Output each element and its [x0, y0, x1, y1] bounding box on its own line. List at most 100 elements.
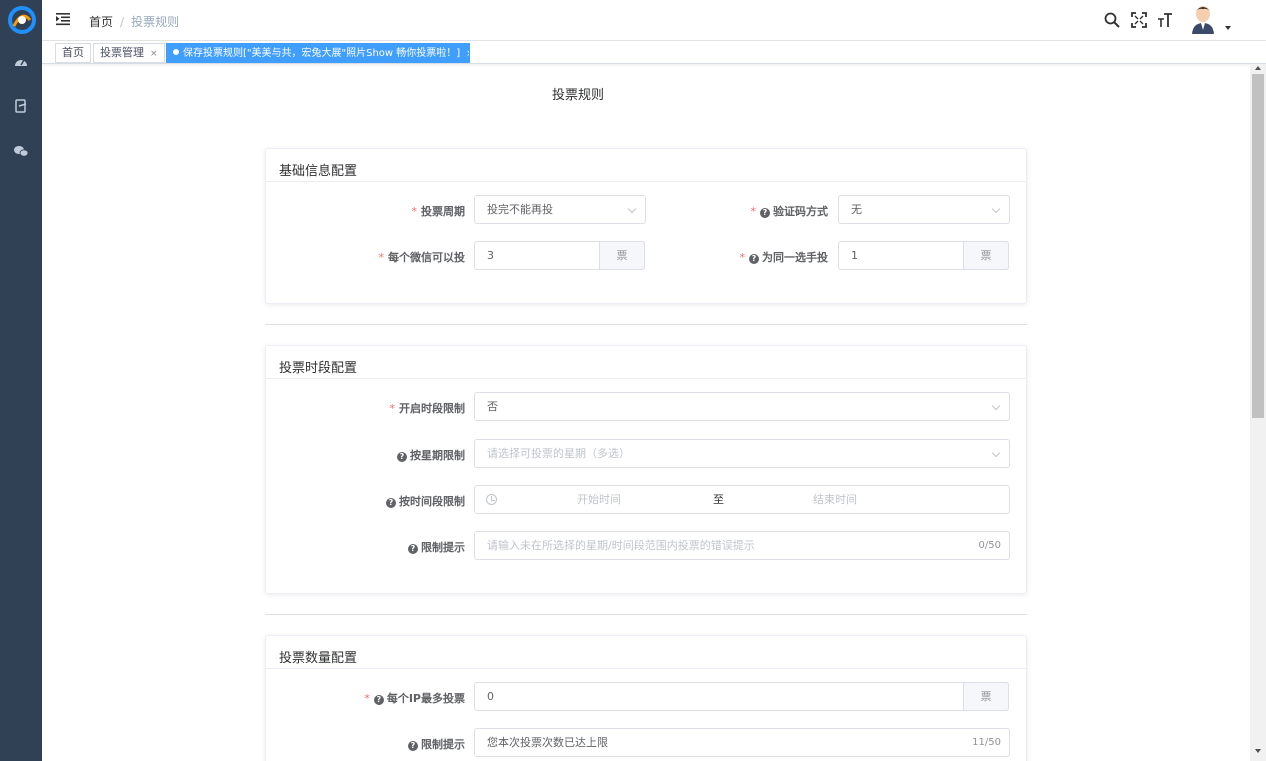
active-dot-icon	[173, 49, 179, 55]
input-value: 您本次投票次数已达上限	[487, 736, 608, 749]
card-title: 投票时段配置	[266, 346, 1026, 379]
tag-save-vote-rule[interactable]: 保存投票规则["美美与共，宏兔大展"照片Show 畅你投票啦！] ×	[166, 43, 470, 63]
cycle-label: * 投票周期	[380, 203, 466, 219]
range-separator: 至	[713, 493, 724, 506]
weekday-multi-select[interactable]: 请选择可投票的星期（多选）	[474, 439, 1010, 468]
help-icon[interactable]: ?	[760, 208, 770, 218]
breadcrumb: 首页 / 投票规则	[89, 13, 179, 30]
label-text: 验证码方式	[773, 205, 828, 218]
scroll-up-arrow-icon[interactable]	[1255, 66, 1261, 70]
tag-vote-manage[interactable]: 投票管理 ×	[93, 43, 165, 63]
search-icon[interactable]	[1104, 12, 1120, 28]
label-text: 投票周期	[421, 205, 465, 218]
cycle-select[interactable]: 投完不能再投	[474, 195, 646, 224]
per-wechat-input[interactable]: 3 票	[474, 241, 645, 270]
tag-home[interactable]: 首页	[55, 43, 91, 63]
required-mark: *	[389, 402, 396, 415]
help-icon[interactable]: ?	[408, 741, 418, 751]
help-icon[interactable]: ?	[386, 498, 396, 508]
input-value: 3	[487, 249, 494, 262]
user-avatar-icon[interactable]	[1190, 4, 1216, 34]
label-text: 按时间段限制	[399, 495, 465, 508]
label-text: 按星期限制	[410, 449, 465, 462]
char-counter: 0/50	[978, 540, 1001, 551]
enable-limit-select[interactable]: 否	[474, 392, 1010, 421]
unit-append: 票	[963, 241, 1009, 270]
label-text: 每个IP最多投票	[386, 692, 465, 705]
unit-append: 票	[599, 241, 645, 270]
app-logo-icon[interactable]	[8, 6, 36, 34]
tags-view: 首页 投票管理 × 保存投票规则["美美与共，宏兔大展"照片Show 畅你投票啦！…	[42, 41, 1266, 64]
start-time-placeholder[interactable]: 开始时间	[577, 486, 621, 513]
same-player-label: *? 为同一选手投	[720, 249, 828, 265]
required-mark: *	[378, 251, 385, 264]
enable-limit-label: * 开启时段限制	[360, 400, 466, 416]
time-tip-label: ? 限制提示	[360, 539, 465, 555]
card-title: 基础信息配置	[266, 149, 1026, 182]
tag-label: 首页	[62, 46, 84, 59]
count-tip-label: ? 限制提示	[360, 736, 465, 752]
label-text: 开启时段限制	[399, 402, 465, 415]
help-icon[interactable]: ?	[408, 544, 418, 554]
clock-icon	[486, 494, 497, 505]
required-mark: *	[411, 205, 418, 218]
select-value: 投完不能再投	[487, 203, 553, 216]
page-title: 投票规则	[552, 88, 605, 103]
card-title: 投票数量配置	[266, 636, 1026, 669]
input-value: 0	[487, 690, 494, 703]
per-wechat-label: * 每个微信可以投	[360, 249, 466, 265]
breadcrumb-home[interactable]: 首页	[89, 13, 113, 30]
time-tip-input[interactable]: 请输入未在所选择的星期/时间段范围内投票的错误提示 0/50	[474, 531, 1010, 560]
dashboard-icon[interactable]	[13, 54, 29, 70]
same-player-input[interactable]: 1 票	[838, 241, 1009, 270]
help-icon[interactable]: ?	[373, 695, 384, 705]
captcha-select[interactable]: 无	[838, 195, 1010, 224]
wechat-icon[interactable]	[13, 143, 29, 159]
fullscreen-icon[interactable]	[1131, 12, 1147, 28]
tag-close-icon[interactable]: ×	[150, 49, 158, 59]
section-divider	[265, 614, 1027, 615]
menu-toggle-icon[interactable]	[56, 12, 70, 26]
captcha-label: *? 验证码方式	[720, 203, 828, 219]
tag-label: 保存投票规则["美美与共，宏兔大展"照片Show 畅你投票啦！]	[183, 48, 461, 59]
chevron-down-icon	[991, 401, 1001, 411]
help-icon[interactable]: ?	[397, 452, 407, 462]
chevron-down-icon	[991, 204, 1001, 214]
page-scrollbar[interactable]	[1250, 64, 1266, 761]
help-icon[interactable]: ?	[749, 254, 759, 264]
scroll-down-arrow-icon[interactable]	[1255, 749, 1261, 753]
label-text: 限制提示	[421, 541, 465, 554]
select-value: 否	[487, 400, 498, 413]
required-mark: *	[750, 205, 757, 218]
end-time-placeholder[interactable]: 结束时间	[813, 486, 857, 513]
breadcrumb-separator: /	[120, 14, 125, 29]
label-text: 为同一选手投	[762, 251, 828, 264]
breadcrumb-current: 投票规则	[131, 15, 180, 29]
count-tip-input[interactable]: 您本次投票次数已达上限 11/50	[474, 728, 1010, 757]
label-text: 每个微信可以投	[388, 251, 465, 264]
chevron-down-icon	[991, 448, 1001, 458]
top-navbar: 首页 / 投票规则	[42, 0, 1266, 41]
sidebar	[0, 0, 42, 761]
input-value: 1	[851, 249, 858, 262]
per-ip-input[interactable]: 0 票	[474, 682, 1009, 711]
select-value: 无	[851, 203, 862, 216]
input-placeholder: 请输入未在所选择的星期/时间段范围内投票的错误提示	[487, 539, 755, 552]
tag-close-icon[interactable]: ×	[466, 49, 469, 59]
label-text: 限制提示	[421, 738, 465, 751]
font-size-icon[interactable]	[1157, 12, 1173, 28]
unit-append: 票	[963, 682, 1009, 711]
required-mark: *	[739, 251, 746, 264]
char-counter: 11/50	[972, 737, 1001, 748]
timerange-limit-label: ? 按时间段限制	[360, 493, 465, 509]
select-placeholder: 请选择可投票的星期（多选）	[487, 447, 630, 460]
basic-config-card: 基础信息配置	[265, 148, 1027, 304]
time-range-picker[interactable]: 开始时间 至 结束时间	[474, 485, 1010, 514]
tag-label: 投票管理	[100, 46, 144, 59]
per-ip-label: *? 每个IP最多投票	[340, 690, 465, 706]
weekday-limit-label: ? 按星期限制	[360, 447, 465, 463]
scroll-thumb[interactable]	[1252, 74, 1264, 418]
user-dropdown-caret-icon[interactable]	[1225, 26, 1231, 30]
chevron-down-icon	[627, 204, 637, 214]
edit-document-icon[interactable]	[13, 98, 29, 114]
